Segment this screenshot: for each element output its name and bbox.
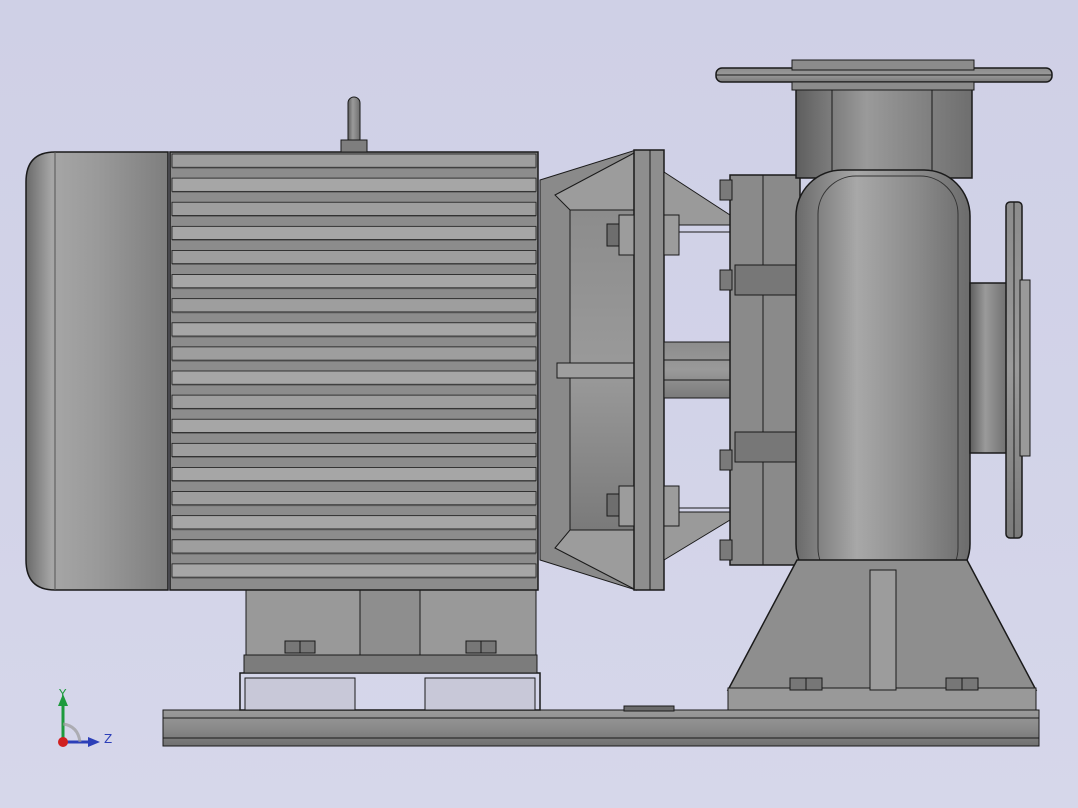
cooling-fin [171, 563, 537, 578]
graphics-viewport[interactable]: Y Z [0, 0, 1078, 808]
cooling-fin [171, 177, 537, 192]
cooling-fin [171, 250, 537, 265]
z-axis-arrow [88, 737, 100, 747]
reference-triad: Y Z [48, 684, 120, 756]
lifting-eye[interactable] [340, 96, 368, 153]
cooling-fin [171, 539, 537, 554]
cooling-fin [171, 153, 537, 168]
cooling-fin [171, 394, 537, 409]
cooling-fin [171, 225, 537, 240]
cooling-fin [171, 274, 537, 289]
cooling-fin [171, 346, 537, 361]
cooling-fin [171, 322, 537, 337]
cooling-fin [171, 201, 537, 216]
casing-flange[interactable] [719, 174, 801, 566]
x-axis-origin [58, 737, 68, 747]
z-axis-label: Z [104, 732, 113, 746]
cooling-fin [171, 370, 537, 385]
cooling-fin [171, 442, 537, 457]
pump-motor-model[interactable] [0, 0, 1078, 808]
suction-flange[interactable] [969, 201, 1031, 539]
volute-casing[interactable] [795, 169, 971, 591]
discharge-nozzle[interactable] [715, 59, 1053, 179]
motor-body[interactable] [169, 151, 539, 591]
cooling-fin [171, 467, 537, 482]
cooling-fin [171, 298, 537, 313]
cooling-fin [171, 491, 537, 506]
cooling-fin [171, 418, 537, 433]
cooling-fin [171, 515, 537, 530]
y-axis-label: Y [59, 687, 67, 701]
motor-end-cap[interactable] [25, 151, 169, 591]
base-rail[interactable] [162, 705, 1040, 747]
pump-pedestal[interactable] [726, 559, 1038, 711]
shaft[interactable] [663, 341, 733, 399]
